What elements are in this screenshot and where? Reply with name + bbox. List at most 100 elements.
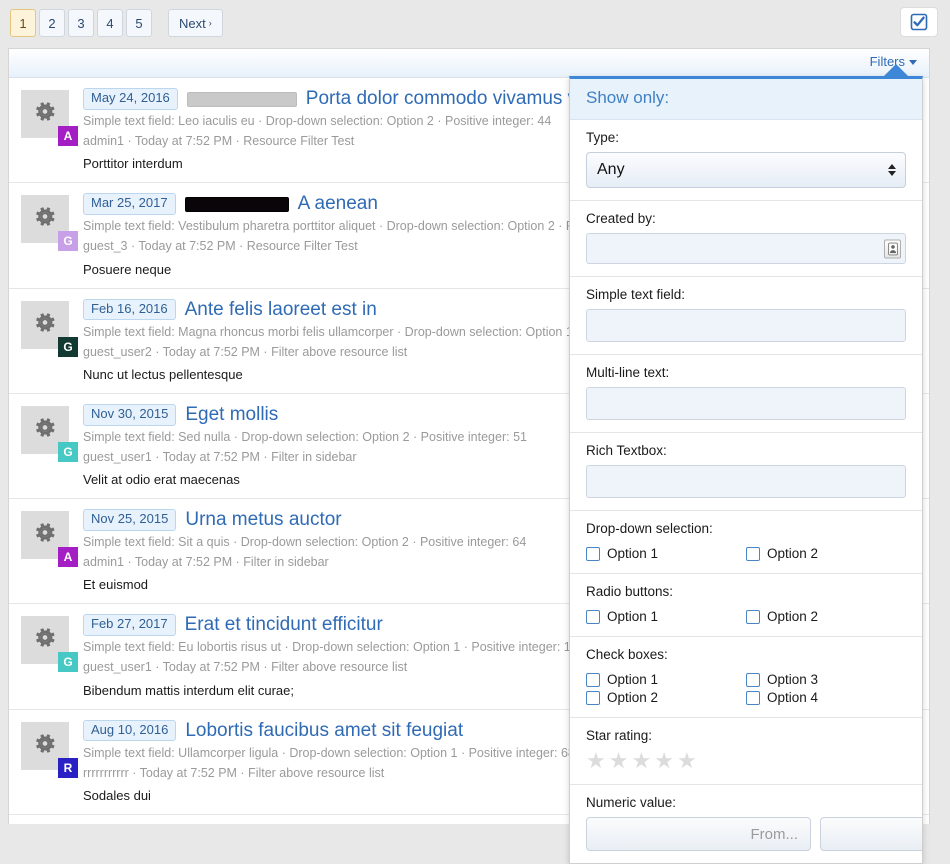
user-picker-icon[interactable] — [884, 239, 901, 258]
filter-section-multi-line: Multi-line text: — [570, 355, 922, 433]
radio-option-label: Option 2 — [767, 609, 819, 624]
page-button-5[interactable]: 5 — [126, 9, 152, 37]
filter-section-created-by: Created by: — [570, 201, 922, 277]
checkbox-option[interactable]: Option 3 — [746, 672, 906, 687]
type-select[interactable]: Any — [586, 152, 906, 188]
resource-title-link[interactable]: Porta dolor commodo vivamus vitae — [306, 88, 608, 110]
checkbox-option[interactable]: Option 4 — [746, 690, 906, 705]
select-all-button[interactable] — [900, 7, 938, 37]
avatar: G — [58, 336, 78, 357]
checkbox-icon[interactable] — [586, 546, 600, 561]
avatar: A — [58, 547, 78, 567]
resource-title-link[interactable]: Ante felis laoreet est in — [185, 299, 377, 321]
resource-thumbnail: A — [21, 511, 78, 567]
popover-arrow-icon — [884, 64, 908, 76]
date-badge: Nov 30, 2015 — [83, 403, 177, 426]
star-icon[interactable]: ★ — [609, 750, 629, 772]
rich-textbox-input[interactable] — [586, 465, 906, 498]
numeric-to-input[interactable] — [820, 817, 922, 851]
filter-section-rich-textbox: Rich Textbox: — [570, 433, 922, 511]
checkbox-option[interactable]: Option 2 — [586, 690, 746, 705]
checkbox-icon[interactable] — [746, 690, 760, 705]
next-page-button[interactable]: Next › — [168, 9, 223, 37]
checkbox-icon[interactable] — [746, 609, 760, 624]
resource-thumbnail: G — [21, 195, 78, 252]
gear-icon — [36, 102, 55, 121]
radio-option[interactable]: Option 2 — [746, 609, 906, 624]
radio-options: Option 1 Option 2 — [586, 606, 906, 624]
gear-icon — [36, 523, 55, 542]
gear-icon — [36, 207, 55, 226]
checkbox-icon[interactable] — [586, 609, 600, 624]
gear-icon — [32, 414, 58, 443]
type-label: Type: — [586, 130, 620, 145]
resource-title-link[interactable]: Urna metus auctor — [185, 509, 341, 531]
checkboxes-label: Check boxes: — [586, 647, 668, 662]
star-rating-label: Star rating: — [586, 728, 653, 743]
rich-textbox-label: Rich Textbox: — [586, 443, 667, 458]
page-button-1[interactable]: 1 — [10, 9, 36, 37]
filter-section-simple-text: Simple text field: — [570, 277, 922, 355]
gear-icon — [36, 733, 55, 753]
checkbox-icon[interactable] — [586, 672, 600, 687]
created-by-input[interactable] — [586, 233, 906, 264]
created-by-label: Created by: — [586, 211, 656, 226]
date-badge: May 24, 2016 — [83, 88, 178, 110]
resource-thumbnail: G — [21, 616, 78, 673]
checkbox-icon[interactable] — [746, 546, 760, 561]
filter-section-star-rating: Star rating: ★ ★ ★ ★ ★ — [570, 718, 922, 785]
radio-option-label: Option 1 — [607, 609, 659, 624]
dropdown-option[interactable]: Option 2 — [746, 546, 906, 561]
checkbox-option[interactable]: Option 1 — [586, 672, 746, 687]
checkbox-option-label: Option 4 — [767, 690, 819, 705]
radio-option[interactable]: Option 1 — [586, 609, 746, 624]
checkbox-checked-icon — [910, 13, 928, 31]
next-label: Next — [179, 15, 206, 31]
resource-thumbnail: G — [21, 300, 78, 357]
checkbox-option-label: Option 1 — [607, 672, 659, 687]
avatar: R — [58, 757, 78, 778]
checkbox-option-label: Option 2 — [607, 690, 659, 705]
pagination: 1 2 3 4 5 Next › — [10, 9, 226, 37]
dropdown-options: Option 1 Option 2 — [586, 543, 906, 561]
star-icon[interactable]: ★ — [586, 750, 606, 772]
multi-line-input[interactable] — [586, 387, 906, 420]
gear-icon — [32, 204, 58, 233]
resource-title-link[interactable]: Lobortis faucibus amet sit feugiat — [185, 720, 463, 742]
dropdown-label: Drop-down selection: — [586, 521, 713, 536]
resource-title-link[interactable]: Erat et tincidunt efficitur — [185, 614, 383, 636]
star-icon[interactable]: ★ — [654, 750, 674, 772]
resource-thumbnail: R — [21, 721, 78, 778]
resource-title-link[interactable]: Eget mollis — [185, 404, 278, 426]
gear-icon — [32, 99, 58, 128]
resource-thumbnail: G — [21, 405, 78, 462]
star-icon[interactable]: ★ — [677, 750, 697, 772]
checkbox-icon[interactable] — [586, 690, 600, 705]
date-badge: Nov 25, 2015 — [83, 509, 177, 531]
filter-section-radio: Radio buttons: Option 1 Option 2 — [570, 574, 922, 637]
dropdown-option[interactable]: Option 1 — [586, 546, 746, 561]
gear-icon — [36, 312, 55, 332]
page-button-4[interactable]: 4 — [97, 9, 123, 37]
redaction-block — [186, 91, 297, 107]
page-button-3[interactable]: 3 — [68, 9, 94, 37]
filter-bar: Filters — [9, 49, 929, 78]
checkbox-icon[interactable] — [746, 672, 760, 687]
date-badge: Feb 27, 2017 — [83, 614, 176, 637]
filter-section-type: Type: Any — [570, 120, 922, 201]
resource-title-link[interactable]: A aenean — [298, 193, 378, 215]
dropdown-option-label: Option 2 — [767, 546, 819, 561]
gear-icon — [32, 730, 58, 759]
date-badge: Aug 10, 2016 — [83, 719, 177, 742]
numeric-from-input[interactable] — [586, 817, 811, 851]
filter-section-numeric: Numeric value: — [570, 785, 922, 863]
top-toolbar: 1 2 3 4 5 Next › — [0, 0, 950, 48]
star-icon[interactable]: ★ — [631, 750, 651, 772]
popover-title: Show only: — [570, 79, 922, 120]
dropdown-option-label: Option 1 — [607, 546, 659, 561]
filters-popover: Show only: Type: Any Created by: Simple … — [569, 76, 923, 864]
page-button-2[interactable]: 2 — [39, 9, 65, 37]
simple-text-input[interactable] — [586, 309, 906, 342]
chevron-down-icon — [909, 60, 917, 66]
chevron-right-icon: › — [208, 17, 212, 28]
